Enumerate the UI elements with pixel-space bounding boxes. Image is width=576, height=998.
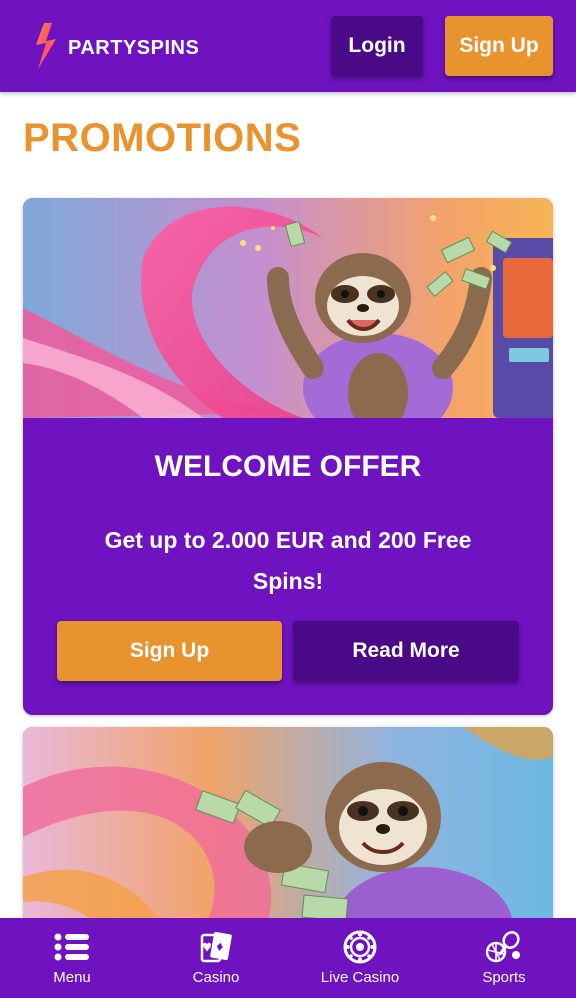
login-button[interactable]: Login <box>331 16 423 76</box>
promotion-card: WELCOME OFFER Get up to 2.000 EUR and 20… <box>23 198 553 715</box>
nav-label: Live Casino <box>320 969 400 986</box>
bolt-logo-icon <box>36 23 56 69</box>
signup-button[interactable]: Sign Up <box>445 16 553 76</box>
cards-icon <box>198 930 234 964</box>
roulette-icon <box>342 930 378 964</box>
nav-label: Sports <box>482 969 526 986</box>
nav-item-casino[interactable]: Casino <box>144 918 288 998</box>
brand-name: PARTYSPINS <box>68 36 200 59</box>
nav-label: Casino <box>192 969 240 986</box>
promotion-title: WELCOME OFFER <box>154 450 422 483</box>
promotion-description: Get up to 2.000 EUR and 200 Free Spins! <box>104 527 472 594</box>
nav-label: Menu <box>53 969 91 986</box>
promotion-read-more-button[interactable]: Read More <box>293 621 519 681</box>
partyspins-logo[interactable]: PARTYSPINS <box>30 22 199 72</box>
promotion-signup-button[interactable]: Sign Up <box>57 621 282 681</box>
nav-item-menu[interactable]: Menu <box>0 918 144 998</box>
nav-item-sports[interactable]: Sports <box>432 918 576 998</box>
menu-list-icon <box>54 930 90 964</box>
page-title: PROMOTIONS <box>23 116 302 160</box>
promotion-card-body: WELCOME OFFER Get up to 2.000 EUR and 20… <box>23 418 553 715</box>
top-header: PARTYSPINS Login Sign Up <box>0 0 576 92</box>
nav-item-live-casino[interactable]: Live Casino <box>288 918 432 998</box>
bottom-navigation: Menu Casino Live Casino Sports <box>0 918 576 998</box>
promotion-image <box>23 198 553 418</box>
sports-icon <box>486 930 522 964</box>
